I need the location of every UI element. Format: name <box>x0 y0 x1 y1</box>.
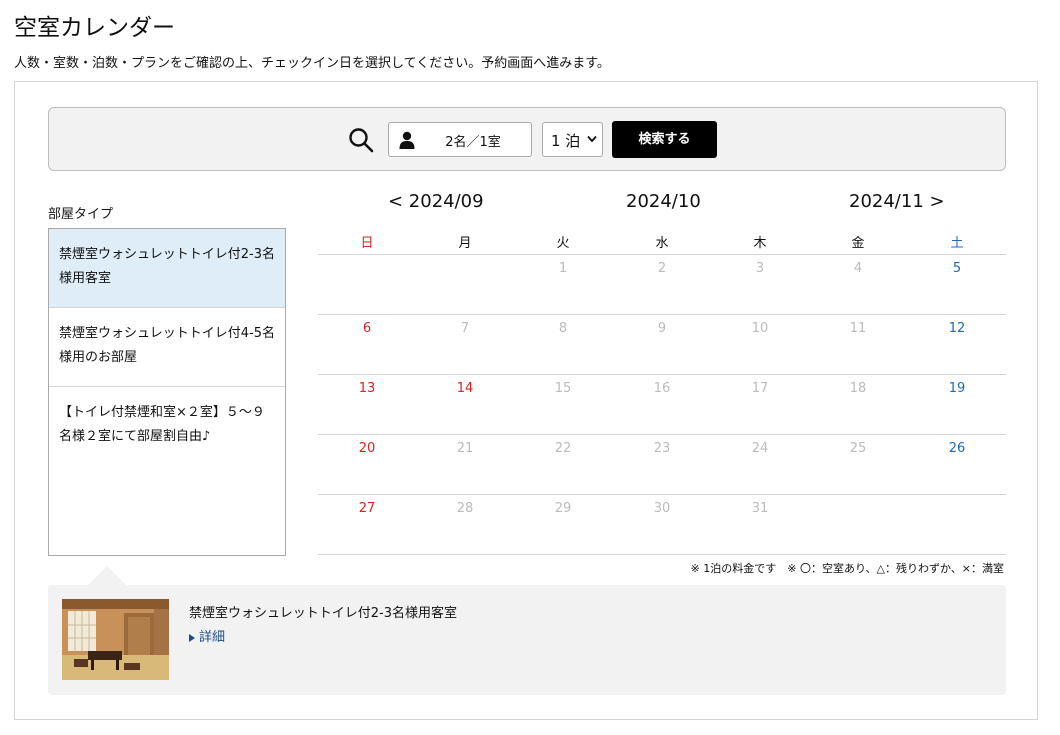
room-item-1[interactable]: 禁煙室ウォシュレットトイレ付2-3名様用客室 <box>49 229 285 308</box>
calendar-day[interactable]: 12 <box>908 321 1006 336</box>
weekday-sat: 土 <box>950 236 964 251</box>
person-icon <box>399 131 415 149</box>
calendar-day[interactable]: 24 <box>711 441 809 456</box>
calendar-day[interactable]: 22 <box>514 441 612 456</box>
room-item-label: 【トイレ付禁煙和室×２室】５〜９名様２室にて部屋割自由♪ <box>59 405 265 444</box>
calendar-day[interactable]: 4 <box>809 261 907 276</box>
prev-month-link[interactable]: < 2024/09 <box>388 191 484 212</box>
page-title: 空室カレンダー <box>14 15 175 41</box>
search-icon[interactable] <box>348 127 374 153</box>
calendar-day[interactable]: 1 <box>514 261 612 276</box>
next-month-link[interactable]: 2024/11 > <box>849 191 945 212</box>
room-item-2[interactable]: 禁煙室ウォシュレットトイレ付4-5名様用のお部屋 <box>49 308 285 387</box>
calendar-day[interactable]: 9 <box>613 321 711 336</box>
nights-value: 1 泊 <box>551 132 581 150</box>
room-detail-panel: 禁煙室ウォシュレットトイレ付2-3名様用客室 詳細 <box>48 585 1006 695</box>
calendar-day[interactable]: 5 <box>908 261 1006 276</box>
chevron-down-icon <box>587 135 597 143</box>
nights-select[interactable]: 1 泊 <box>542 122 603 157</box>
weekday-tue: 火 <box>556 236 570 251</box>
price-legend: ※ 1泊の料金です ※ 〇：空室あり、△：残りわずか、×：満室 <box>690 562 1004 575</box>
calendar-day[interactable]: 23 <box>613 441 711 456</box>
caret-right-icon <box>189 633 195 642</box>
calendar-day[interactable]: 8 <box>514 321 612 336</box>
calendar-day[interactable]: 19 <box>908 381 1006 396</box>
calendar-day[interactable]: 20 <box>318 441 416 456</box>
current-month: 2024/10 <box>626 191 701 212</box>
calendar-week-row: 12345 <box>318 255 1006 315</box>
calendar-day[interactable]: 17 <box>711 381 809 396</box>
detail-link[interactable]: 詳細 <box>189 626 225 645</box>
calendar-day[interactable]: 10 <box>711 321 809 336</box>
calendar-day[interactable]: 30 <box>613 501 711 516</box>
calendar-day[interactable]: 2 <box>613 261 711 276</box>
weekday-thu: 木 <box>753 236 767 251</box>
calendar-frame: 2名／1室 1 泊 検索する 部屋タイプ 禁煙室ウォシュレットトイレ付2-3名様… <box>14 81 1038 720</box>
calendar-week-row: 6 7 8 9 10 11 12 <box>318 315 1006 375</box>
weekday-fri: 金 <box>851 236 865 251</box>
calendar-week-row: 13 14 15 16 17 18 19 <box>318 375 1006 435</box>
calendar-day[interactable]: 14 <box>416 381 514 396</box>
calendar-week-row: 20 21 22 23 24 25 26 <box>318 435 1006 495</box>
calendar-day[interactable]: 18 <box>809 381 907 396</box>
calendar-body: 1 2 3 4 5 6 7 8 9 10 11 12 13 14 15 16 17 18 19 20 21 22 23 24 2… <box>318 255 1006 555</box>
calendar-grid: 日 月 火 水 木 金 土 1 2 3 4 5 6 7 8 9 10 11 12 13 14 15 16 17 1… <box>318 228 1006 555</box>
detail-room-title: 禁煙室ウォシュレットトイレ付2-3名様用客室 <box>189 606 457 621</box>
weekday-sun: 日 <box>360 236 374 251</box>
calendar-day[interactable]: 3 <box>711 261 809 276</box>
calendar-day[interactable]: 13 <box>318 381 416 396</box>
room-item-label: 禁煙室ウォシュレットトイレ付2-3名様用客室 <box>59 247 275 286</box>
calendar-day[interactable]: 7 <box>416 321 514 336</box>
calendar-day[interactable]: 27 <box>318 501 416 516</box>
search-button[interactable]: 検索する <box>612 121 717 158</box>
calendar-day[interactable]: 28 <box>416 501 514 516</box>
weekday-wed: 水 <box>655 236 669 251</box>
calendar-week-row: 27 28 29 30 31 <box>318 495 1006 555</box>
calendar-day[interactable]: 31 <box>711 501 809 516</box>
calendar-day[interactable]: 25 <box>809 441 907 456</box>
guests-rooms-field[interactable]: 2名／1室 <box>388 122 532 157</box>
room-item-3[interactable]: 【トイレ付禁煙和室×２室】５〜９名様２室にて部屋割自由♪ <box>49 387 285 466</box>
search-bar: 2名／1室 1 泊 検索する <box>48 107 1006 171</box>
calendar-day[interactable]: 6 <box>318 321 416 336</box>
room-photo <box>62 599 169 680</box>
detail-link-label: 詳細 <box>199 630 226 645</box>
calendar-day[interactable]: 26 <box>908 441 1006 456</box>
room-type-label: 部屋タイプ <box>48 207 114 222</box>
weekday-mon: 月 <box>458 236 472 251</box>
weekday-header: 日 月 火 水 木 金 土 <box>318 228 1006 255</box>
calendar-day[interactable]: 11 <box>809 321 907 336</box>
calendar-day[interactable]: 29 <box>514 501 612 516</box>
calendar-day[interactable]: 21 <box>416 441 514 456</box>
guests-rooms-value: 2名／1室 <box>445 135 501 150</box>
detail-pointer <box>88 566 126 585</box>
calendar-day[interactable]: 16 <box>613 381 711 396</box>
calendar-day[interactable]: 15 <box>514 381 612 396</box>
page-description: 人数・室数・泊数・プランをご確認の上、チェックイン日を選択してください。予約画面… <box>14 56 610 71</box>
room-item-label: 禁煙室ウォシュレットトイレ付4-5名様用のお部屋 <box>59 326 275 365</box>
room-type-list: 禁煙室ウォシュレットトイレ付2-3名様用客室 禁煙室ウォシュレットトイレ付4-5… <box>48 228 286 556</box>
